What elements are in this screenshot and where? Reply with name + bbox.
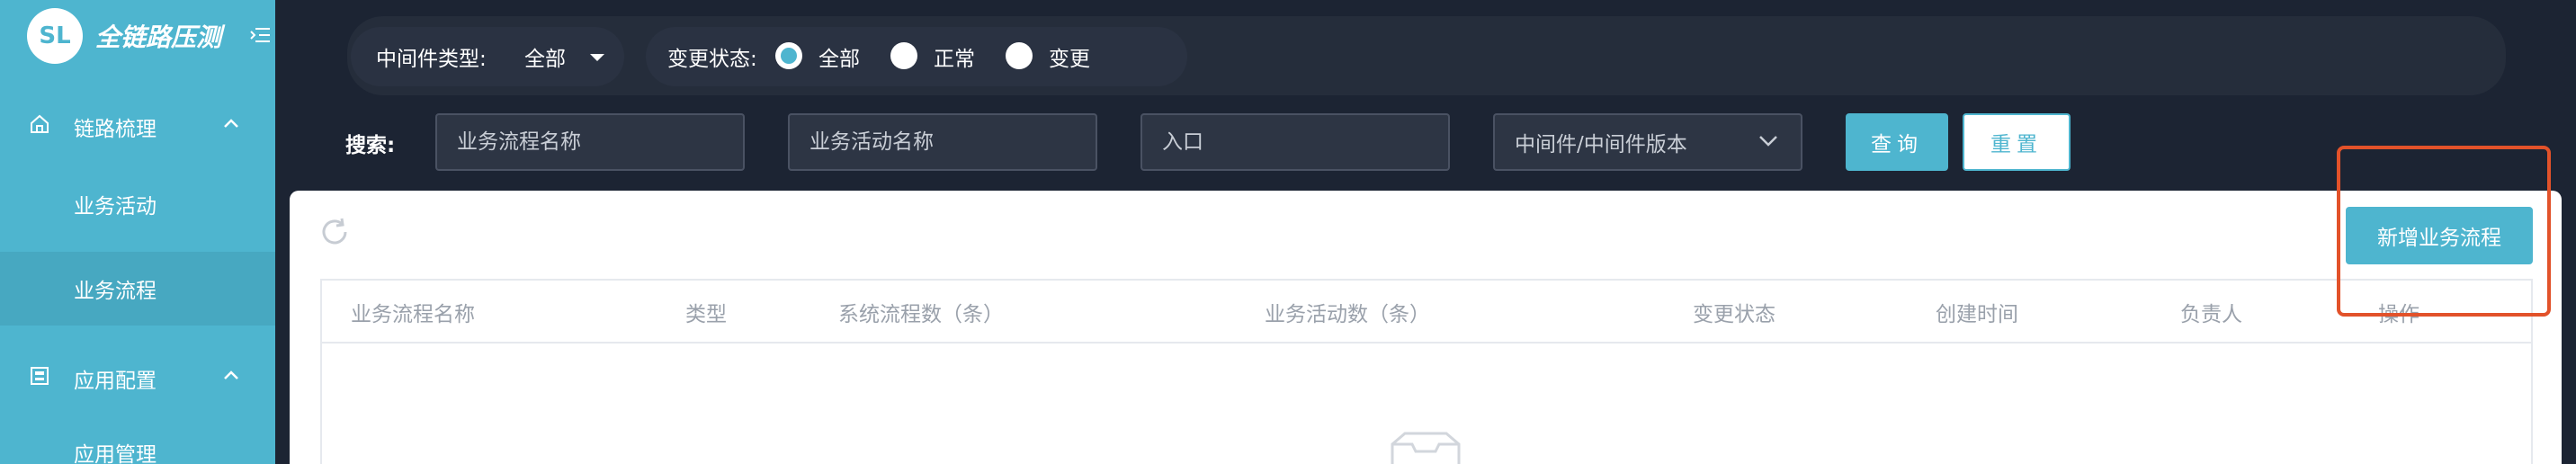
column-header-system-flow-count: 系统流程数（条） xyxy=(838,303,1004,326)
column-header-owner: 负责人 xyxy=(2180,303,2242,326)
collapse-menu-icon[interactable] xyxy=(250,25,270,45)
highlight-box xyxy=(2337,146,2551,317)
home-icon xyxy=(31,114,49,133)
sidebar-group-label: 应用配置 xyxy=(74,370,157,393)
column-header-process-name: 业务流程名称 xyxy=(351,303,475,326)
status-radio-label[interactable]: 正常 xyxy=(934,41,975,72)
middleware-type-value[interactable]: 全部 xyxy=(524,41,566,72)
refresh-icon[interactable] xyxy=(318,216,351,248)
sidebar-group-label: 链路梳理 xyxy=(74,118,157,141)
column-header-change-status: 变更状态 xyxy=(1693,303,1775,326)
chevron-up-icon xyxy=(224,119,238,128)
sidebar-item-business-activity[interactable]: 业务活动 xyxy=(0,176,275,230)
empty-state-icon xyxy=(1391,432,1461,464)
caret-down-icon[interactable] xyxy=(590,54,604,61)
sidebar-item-business-process[interactable]: 业务流程 xyxy=(0,252,275,326)
logo: SL xyxy=(27,8,83,64)
reset-button[interactable]: 重置 xyxy=(1963,113,2071,171)
chevron-down-icon[interactable] xyxy=(1758,133,1779,147)
status-radio-all[interactable] xyxy=(775,42,802,69)
status-radio-label[interactable]: 变更 xyxy=(1049,41,1090,72)
activity-name-input[interactable] xyxy=(788,113,1097,171)
middleware-version-select[interactable]: 中间件/中间件版本 xyxy=(1493,113,1802,171)
sidebar-item-label: 业务流程 xyxy=(74,280,157,303)
brand-title: 全链路压测 xyxy=(95,22,222,52)
change-status-label: 变更状态: xyxy=(667,48,757,71)
config-icon xyxy=(31,367,49,385)
brand[interactable]: SL 全链路压测 xyxy=(0,0,275,72)
sidebar-group-app-config[interactable]: 应用配置 xyxy=(0,349,275,403)
search-label: 搜索: xyxy=(345,134,396,157)
middleware-version-placeholder: 中间件/中间件版本 xyxy=(1515,133,1687,156)
entry-input[interactable] xyxy=(1140,113,1450,171)
sidebar-item-label: 业务活动 xyxy=(74,195,157,219)
column-header-activity-count: 业务活动数（条） xyxy=(1265,303,1430,326)
sidebar-item-label: 应用管理 xyxy=(74,443,157,464)
column-header-type: 类型 xyxy=(685,303,727,326)
sidebar: SL 全链路压测 链路梳理 业务活动 业务流程 应用配置 应用管理 xyxy=(0,0,275,464)
sidebar-item-app-management[interactable]: 应用管理 xyxy=(0,424,275,464)
sidebar-group-link-sorting[interactable]: 链路梳理 xyxy=(0,97,275,151)
status-radio-changed[interactable] xyxy=(1006,42,1033,69)
query-button[interactable]: 查询 xyxy=(1846,113,1948,171)
middleware-type-label: 中间件类型: xyxy=(376,48,487,71)
column-header-created-time: 创建时间 xyxy=(1936,303,2018,326)
chevron-up-icon xyxy=(224,370,238,379)
status-radio-normal[interactable] xyxy=(890,42,917,69)
status-radio-label[interactable]: 全部 xyxy=(818,41,860,72)
process-name-input[interactable] xyxy=(435,113,745,171)
